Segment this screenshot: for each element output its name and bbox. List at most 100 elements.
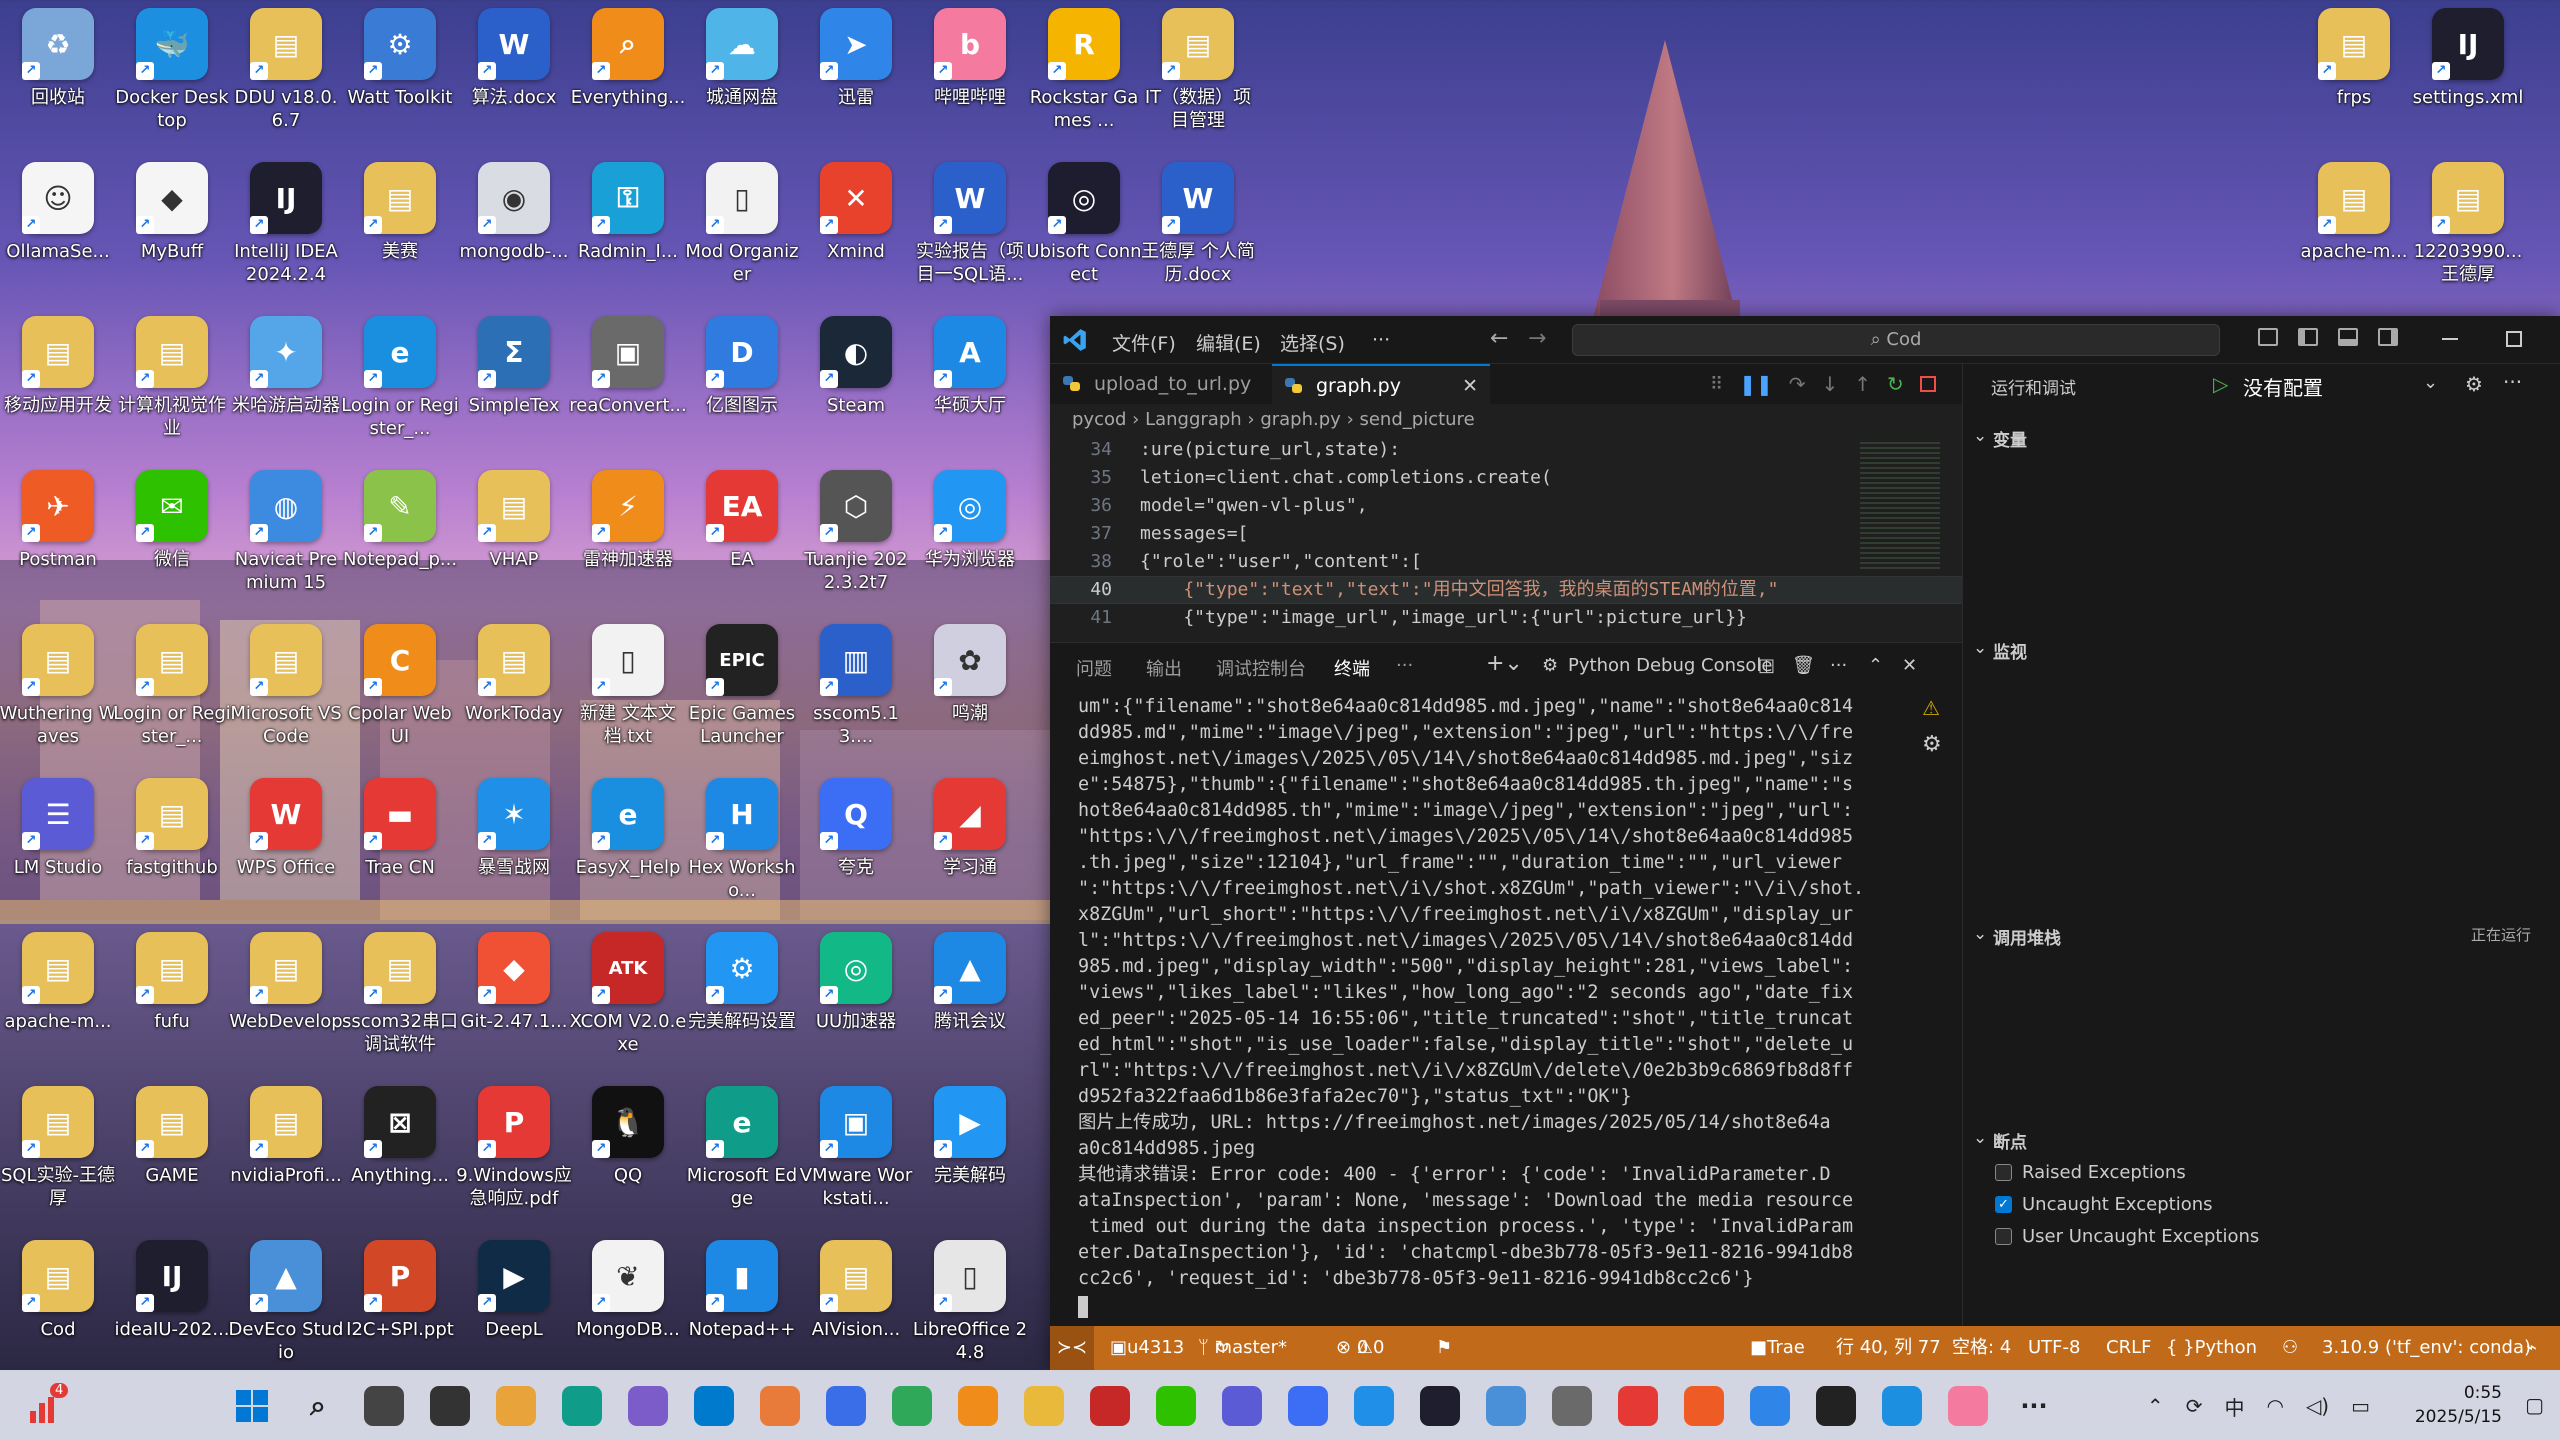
bilibili-icon[interactable] [1948, 1386, 1988, 1426]
section-call-stack[interactable]: ⌄ 调用堆栈 正在运行 [1963, 924, 2560, 949]
more-icon[interactable]: ··· [2503, 370, 2522, 394]
desktop-icon[interactable]: ▤ ↗ fastgithub [116, 772, 228, 920]
section-watch[interactable]: ⌄ 监视 [1963, 638, 2560, 663]
encoding[interactable]: UTF-8 [2028, 1326, 2080, 1370]
desktop-icon[interactable]: ▤ ↗ WorkToday [458, 618, 570, 766]
cursor-position[interactable]: 行 40, 列 77 [1836, 1326, 1941, 1370]
app-icon[interactable] [1354, 1386, 1394, 1426]
desktop-icon[interactable]: H ↗ Hex Worksho... [686, 772, 798, 920]
app-icon[interactable] [826, 1386, 866, 1426]
desktop-icon[interactable]: ☰ ↗ LM Studio [2, 772, 114, 920]
desktop-icon[interactable]: 🐳 ↗ Docker Desktop [115, 2, 229, 150]
tab-debug-console[interactable]: 调试控制台 [1216, 655, 1306, 681]
desktop-icon[interactable]: Σ ↗ SimpleTex [458, 310, 570, 458]
remote-icon[interactable]: ≻≺ [1050, 1326, 1094, 1370]
desktop-icon[interactable]: EPIC ↗ Epic Games Launcher [686, 618, 798, 766]
drag-handle-icon[interactable]: ⠿ [1710, 374, 1723, 395]
desktop-icon[interactable]: ⚡ ↗ 雷神加速器 [572, 464, 684, 612]
tab-graph[interactable]: graph.py ✕ [1272, 364, 1490, 404]
desktop-icon[interactable]: ▯ ↗ 新建 文本文档.txt [572, 618, 684, 766]
tab-problems[interactable]: 问题 [1076, 655, 1112, 681]
desktop-icon[interactable]: ✕ ↗ Xmind [800, 156, 912, 304]
menu-more[interactable]: ··· [1372, 329, 1390, 351]
notifications-icon[interactable]: ⌁ [2526, 1326, 2537, 1370]
desktop-icon[interactable]: ◎ ↗ 华为浏览器 [914, 464, 1026, 612]
app-icon[interactable] [760, 1386, 800, 1426]
checkbox[interactable] [1995, 1164, 2012, 1181]
maximize-panel-icon[interactable]: ⌃ [1868, 655, 1883, 676]
debug-launch-icon[interactable]: ⚑ [1436, 1326, 1452, 1370]
desktop-icon[interactable]: ▤ ↗ fufu [116, 926, 228, 1074]
desktop-icon[interactable]: ➤ ↗ 迅雷 [800, 2, 912, 150]
command-center[interactable]: ⌕ Cod [1572, 324, 2220, 356]
desktop-icon[interactable]: ✦ ↗ 米哈游启动器 [230, 310, 342, 458]
terminal-name[interactable]: Python Debug Console [1568, 655, 1773, 676]
desktop-icon[interactable]: ✎ ↗ Notepad_p... [343, 464, 457, 612]
menu-selection[interactable]: 选择(S) [1280, 329, 1345, 356]
trash-icon[interactable]: 🗑 [1792, 655, 1815, 676]
desktop-icon[interactable]: ▲ ↗ 腾讯会议 [914, 926, 1026, 1074]
volume-icon[interactable]: ◁) [2306, 1394, 2329, 1418]
step-into-icon[interactable]: ↓ [1821, 372, 1838, 396]
desktop-icon[interactable]: ◉ ↗ mongodb-... [458, 156, 570, 304]
desktop-icon[interactable]: ❦ ↗ MongoDB... [572, 1234, 684, 1382]
desktop-icon[interactable]: ATK ↗ XCOM V2.0.exe [570, 926, 686, 1074]
desktop-icon[interactable]: ▤ ↗ sscom32串口调试软件 [342, 926, 458, 1074]
desktop-icon[interactable]: R ↗ Rockstar Games ... [1028, 2, 1140, 150]
step-over-icon[interactable]: ↷ [1789, 372, 1806, 396]
desktop-icon[interactable]: W ↗ 算法.docx [458, 2, 570, 150]
desktop-icon[interactable]: ◆ ↗ Git-2.47.1... [458, 926, 570, 1074]
deveco-icon[interactable] [1486, 1386, 1526, 1426]
intellij-icon[interactable] [1420, 1386, 1460, 1426]
desktop-icon[interactable]: ▲ ↗ DevEco Studio [229, 1234, 343, 1382]
desktop-icon[interactable]: ▤ ↗ 美赛 [344, 156, 456, 304]
more-actions-icon[interactable]: ··· [1830, 655, 1847, 676]
visual-studio-icon[interactable] [628, 1386, 668, 1426]
desktop-icon[interactable]: ▥ ↗ sscom5.13.... [800, 618, 912, 766]
wifi-icon[interactable]: ◠ [2266, 1394, 2283, 1418]
desktop-icon[interactable]: W ↗ 王德厚 个人简历.docx [1141, 156, 1255, 304]
desktop-icon[interactable]: ▤ ↗ VHAP [458, 464, 570, 612]
section-breakpoints[interactable]: ⌄ 断点 [1963, 1128, 2560, 1153]
breakpoint-uncaught[interactable]: ✓ Uncaught Exceptions [1995, 1194, 2213, 1215]
forward-arrow-icon[interactable]: → [1528, 326, 1546, 351]
breadcrumb-item[interactable]: pycod [1072, 409, 1126, 430]
checkbox[interactable] [1995, 1228, 2012, 1245]
desktop-icon[interactable]: ▤ ↗ apache-m... [2, 926, 114, 1074]
desktop-icon[interactable]: A ↗ 华硕大厅 [914, 310, 1026, 458]
desktop-icon[interactable]: ♻ ↗ 回收站 [2, 2, 114, 150]
file-explorer-icon[interactable] [496, 1386, 536, 1426]
trae-icon[interactable] [1618, 1386, 1658, 1426]
search-icon[interactable]: ⌕ [298, 1386, 338, 1426]
desktop-icon[interactable]: ▤ ↗ DDU v18.0.6.7 [230, 2, 342, 150]
desktop-icon[interactable]: D ↗ 亿图图示 [686, 310, 798, 458]
tab-output[interactable]: 输出 [1146, 655, 1182, 681]
anything-icon[interactable] [1816, 1386, 1856, 1426]
desktop-icon[interactable]: ▶ ↗ DeepL [458, 1234, 570, 1382]
desktop-icon[interactable]: ▯ ↗ LibreOffice 24.8 [913, 1234, 1027, 1382]
problems-status[interactable]: ⊗ 0 ⚠ 0 [1336, 1326, 1384, 1370]
language-mode[interactable]: { } Python [2166, 1326, 2257, 1370]
terminal-output[interactable]: um":{"filename":"shot8e64aa0c814dd985.md… [1050, 686, 1962, 1326]
copilot-icon[interactable]: ⚇ [2282, 1326, 2298, 1370]
menu-file[interactable]: 文件(F) [1112, 329, 1176, 356]
desktop-icon[interactable]: ▮ ↗ Notepad++ [686, 1234, 798, 1382]
pause-icon[interactable]: ❚❚ [1739, 372, 1773, 396]
desktop-icon[interactable]: ⚙ ↗ Watt Toolkit [344, 2, 456, 150]
desktop-icon[interactable]: ▤ ↗ 12203990...王德厚 [2412, 156, 2524, 304]
checkbox-checked[interactable]: ✓ [1995, 1196, 2012, 1213]
trae-status[interactable]: ■ Trae [1750, 1326, 1805, 1370]
section-variables[interactable]: ⌄ 变量 [1963, 426, 2560, 451]
toggle-sidebar-icon[interactable] [2298, 328, 2318, 346]
config-select[interactable]: 没有配置 [2243, 372, 2323, 401]
breadcrumb-item[interactable]: graph.py [1260, 409, 1341, 430]
desktop-icon[interactable]: ⌕ ↗ Everything... [571, 2, 685, 150]
interpreter[interactable]: 3.10.9 ('tf_env': conda) [2322, 1326, 2531, 1370]
filezilla-icon[interactable] [1090, 1386, 1130, 1426]
gear-icon[interactable]: ⚙ [2465, 372, 2483, 396]
minimize-icon[interactable] [2442, 338, 2458, 340]
desktop-icon[interactable]: ▣ ↗ reaConvert... [569, 310, 687, 458]
mongodb-icon[interactable] [1156, 1386, 1196, 1426]
desktop-icon[interactable]: ⚙ ↗ 完美解码设置 [686, 926, 798, 1074]
desktop-icon[interactable]: IJ ↗ settings.xml [2412, 2, 2524, 150]
